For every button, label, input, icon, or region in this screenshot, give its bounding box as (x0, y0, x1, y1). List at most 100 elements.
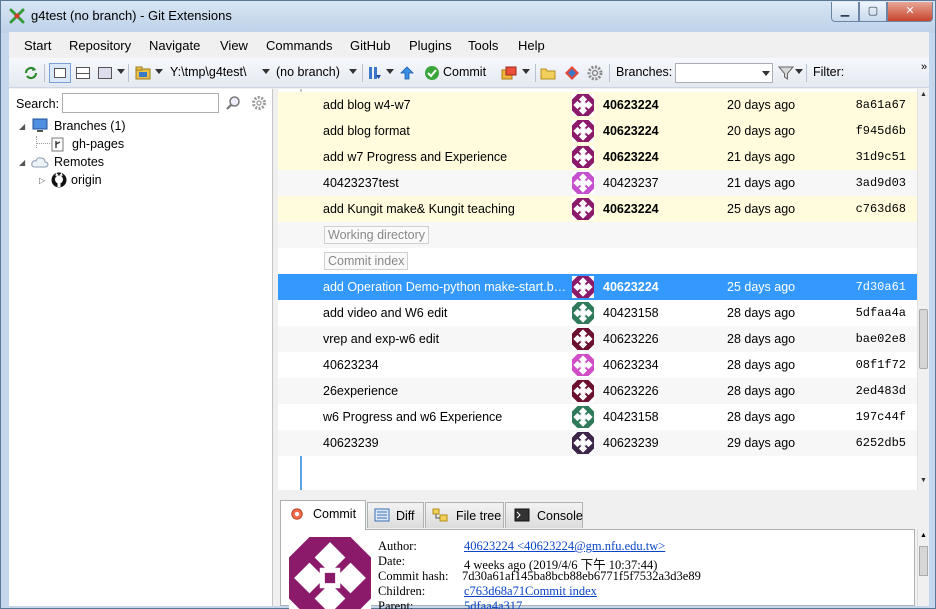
tab-diff[interactable]: Diff (367, 502, 424, 528)
revision-grid-scrollbar[interactable]: ▲ ▼ (917, 89, 929, 490)
collapse-arrow-icon[interactable]: ◢ (19, 158, 28, 167)
menu-navigate[interactable]: Navigate (149, 38, 200, 53)
maximize-button[interactable]: ▢ (859, 2, 887, 22)
filter-dropdown-icon[interactable] (795, 69, 803, 74)
menu-github[interactable]: GitHub (350, 38, 390, 53)
commit-message: vrep and exp-w6 edit (323, 332, 440, 346)
repo-path-dropdown-icon[interactable] (262, 69, 270, 74)
layout-split-icon[interactable] (76, 67, 90, 79)
commit-row[interactable]: 26experience 40623226 28 days ago 2ed483d (278, 378, 917, 404)
menu-start[interactable]: Start (24, 38, 51, 53)
commit-date: 28 days ago (727, 410, 796, 424)
author-avatar-icon (572, 328, 594, 350)
commit-row[interactable]: add video and W6 edit 40423158 28 days ago… (278, 300, 917, 326)
pull-dropdown-icon[interactable] (386, 69, 394, 74)
toolbar: Y:\tmp\g4test\ (no branch) Commit Branch… (9, 58, 929, 88)
parent-commit-link[interactable]: 5dfaa4a317 (464, 599, 522, 609)
author-avatar-icon (572, 146, 594, 168)
commit-info-panel: Author: 40623224 <40623224@gm.nfu.edu.tw… (280, 529, 915, 609)
tree-remote-origin[interactable]: ▷ origin (39, 172, 189, 189)
commit-row[interactable]: add blog w4-w7 40623224 20 days ago 8a61a67 (278, 92, 917, 118)
commit-row[interactable]: w6 Progress and w6 Experience 40423158 28 … (278, 404, 917, 430)
search-icon[interactable] (225, 95, 241, 111)
commit-row[interactable]: 40623234 40623234 28 days ago 08f1f72 (278, 352, 917, 378)
folder-icon[interactable] (540, 65, 556, 81)
toolbar-overflow-button[interactable]: » (921, 61, 927, 77)
commit-message: w6 Progress and w6 Experience (323, 410, 503, 424)
commit-row[interactable]: add blog format 40623224 20 days ago f945d6… (278, 118, 917, 144)
commit-ring-icon (291, 508, 303, 520)
commit-hash: 3ad9d03 (855, 176, 906, 190)
commit-message: add w7 Progress and Experience (323, 150, 508, 164)
expand-arrow-icon[interactable]: ▷ (39, 176, 48, 185)
commit-button[interactable]: Commit (443, 65, 486, 81)
menu-commands[interactable]: Commands (266, 38, 332, 53)
close-button[interactable]: ✕ (887, 2, 933, 22)
tab-file-tree[interactable]: File tree (425, 502, 504, 528)
branch-dropdown-icon[interactable] (349, 69, 357, 74)
commit-check-icon[interactable] (424, 65, 440, 81)
scroll-up-arrow-icon[interactable]: ▲ (920, 91, 927, 98)
search-input[interactable] (62, 93, 219, 113)
branches-filter-dropdown-icon[interactable] (762, 71, 770, 76)
menu-help[interactable]: Help (518, 38, 545, 53)
commit-row[interactable]: Working directory (278, 222, 917, 248)
branch-selector[interactable]: (no branch) (276, 65, 340, 81)
author-link[interactable]: 40623224 <40623224@gm.nfu.edu.tw> (464, 539, 665, 554)
commit-row[interactable]: add w7 Progress and Experience 40623224 21… (278, 144, 917, 170)
commit-message: add Operation Demo-python make-start.bat… (323, 280, 573, 294)
scroll-thumb[interactable] (919, 309, 928, 369)
commit-message: 40423237test (323, 176, 399, 190)
pull-icon[interactable] (367, 65, 383, 81)
menu-tools[interactable]: Tools (468, 38, 498, 53)
details-scrollbar[interactable]: ▲ (917, 529, 929, 606)
branches-label: Branches: (616, 65, 673, 79)
commit-row[interactable]: add Kungit make& Kungit teaching 40623224… (278, 196, 917, 222)
commit-date: 25 days ago (727, 202, 796, 216)
tab-commit[interactable]: Commit (280, 500, 366, 530)
tree-branches-node[interactable]: ◢ Branches (1) (19, 118, 219, 135)
menu-plugins[interactable]: Plugins (409, 38, 452, 53)
tree-branches-label: Branches (1) (54, 119, 126, 133)
child-commit-link[interactable]: c763d68a71 (464, 584, 525, 599)
push-icon[interactable] (399, 65, 415, 81)
tree-remotes-node[interactable]: ◢ Remotes (19, 154, 219, 171)
git-gui-icon[interactable] (564, 65, 580, 81)
menu-view[interactable]: View (220, 38, 248, 53)
stash-icon[interactable] (501, 65, 517, 81)
minimize-button[interactable]: ▁ (831, 2, 859, 22)
title-bar[interactable]: g4test (no branch) - Git Extensions ▁ ▢ … (1, 1, 935, 33)
branches-filter-combo[interactable] (675, 63, 773, 83)
refresh-icon[interactable] (23, 65, 39, 81)
menu-repository[interactable]: Repository (69, 38, 131, 53)
commit-row[interactable]: 40623239 40623239 29 days ago 6252db5 (278, 430, 917, 456)
repo-dropdown-icon[interactable] (155, 69, 163, 74)
layout-dropdown-icon[interactable] (117, 69, 125, 74)
commit-row[interactable]: add Operation Demo-python make-start.bat… (278, 274, 917, 300)
revision-grid[interactable]: add blog w4-w7 40623224 20 days ago 8a61a67… (278, 89, 917, 490)
layout-single-pane-button[interactable] (49, 63, 71, 83)
folder-git-icon[interactable] (135, 65, 151, 81)
author-avatar-icon (572, 406, 594, 428)
tab-console[interactable]: Console (505, 502, 583, 528)
settings-gear-icon[interactable] (587, 65, 603, 81)
repo-path[interactable]: Y:\tmp\g4test\ (170, 65, 246, 81)
author-label: Author: (378, 539, 417, 553)
stash-dropdown-icon[interactable] (522, 69, 530, 74)
commit-row[interactable]: vrep and exp-w6 edit 40623226 28 days ago b… (278, 326, 917, 352)
commit-row[interactable]: 40423237test 40423237 21 days ago 3ad9d03 (278, 170, 917, 196)
commit-date: 28 days ago (727, 384, 796, 398)
commit-message: 40623239 (323, 436, 379, 450)
commit-hash: f945d6b (855, 124, 906, 138)
commit-date: 21 days ago (727, 176, 796, 190)
collapse-arrow-icon[interactable]: ◢ (19, 122, 28, 131)
tree-branch-gh-pages[interactable]: gh-pages (51, 136, 201, 153)
layout-bottom-icon[interactable] (98, 67, 112, 79)
commit-index-link[interactable]: Commit index (525, 584, 597, 599)
scroll-down-arrow-icon[interactable]: ▼ (920, 477, 927, 484)
commit-row[interactable]: Commit index (278, 248, 917, 274)
filter-funnel-icon[interactable] (778, 65, 794, 81)
scroll-up-arrow-icon[interactable]: ▲ (920, 532, 927, 539)
search-settings-gear-icon[interactable] (251, 95, 267, 111)
scroll-thumb[interactable] (919, 546, 928, 576)
